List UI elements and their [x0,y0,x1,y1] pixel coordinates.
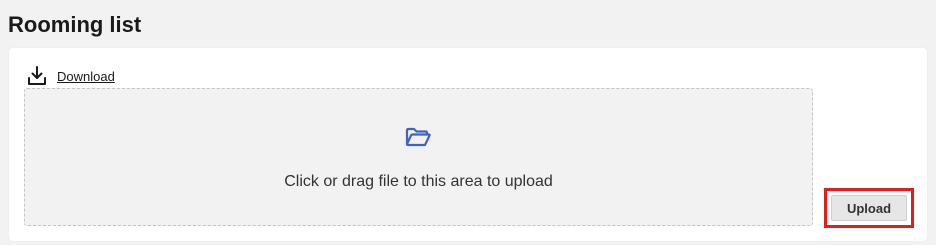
upload-button-highlight: Upload [824,188,914,228]
download-label: Download [57,68,115,84]
page-title: Rooming list [8,12,142,37]
upload-dropzone[interactable]: Click or drag file to this area to uploa… [24,88,813,226]
upload-button[interactable]: Upload [831,195,907,221]
folder-open-icon [404,125,432,149]
page: Rooming list Download Click or drag file… [0,0,936,245]
download-link[interactable]: Download [25,64,115,88]
dropzone-text: Click or drag file to this area to uploa… [284,173,553,190]
rooming-list-card: Download Click or drag file to this area… [9,48,927,241]
download-icon [25,64,49,88]
